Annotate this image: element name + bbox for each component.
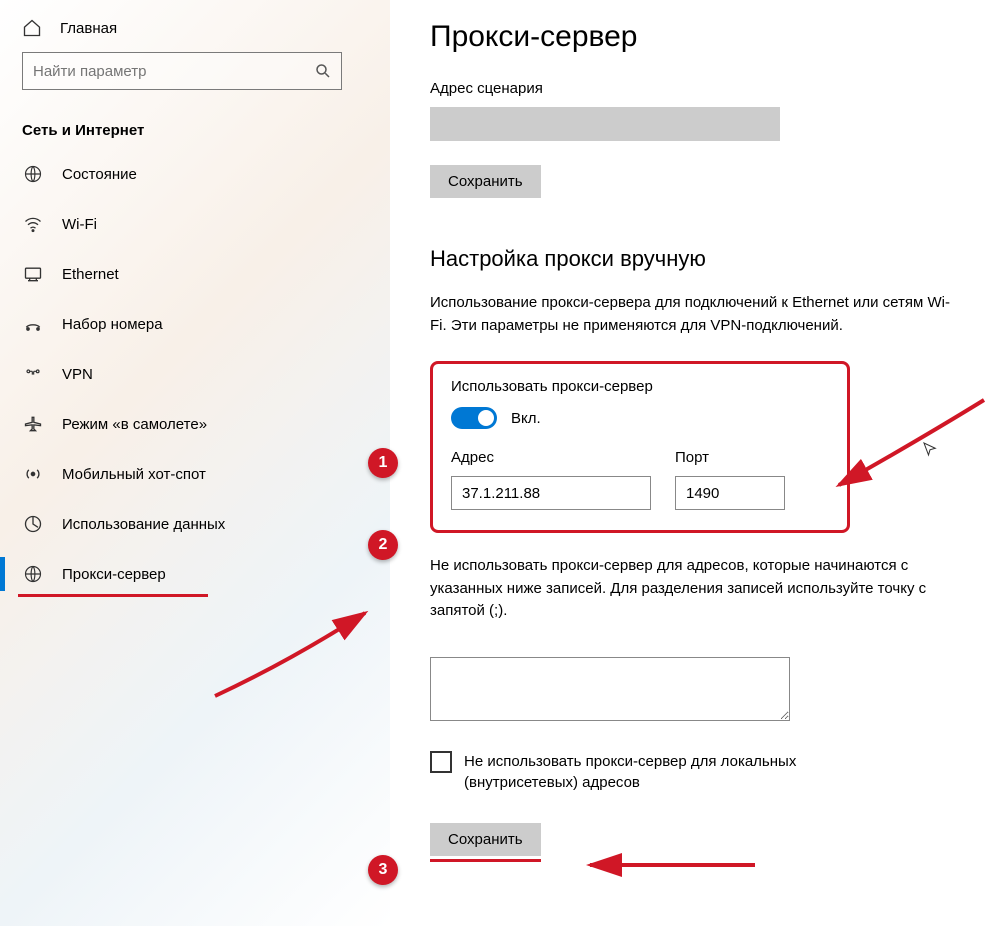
annotation-badge-2: 2 [368, 530, 398, 560]
sidebar-item-label: Режим «в самолете» [62, 416, 207, 433]
wifi-icon [22, 213, 44, 235]
sidebar-item-label: Набор номера [62, 316, 163, 333]
sidebar-item-status[interactable]: Состояние [0, 149, 390, 199]
sidebar-item-label: Ethernet [62, 266, 119, 283]
bypass-local-checkbox[interactable] [430, 751, 452, 773]
sidebar-item-label: Wi-Fi [62, 216, 97, 233]
sidebar-item-label: Состояние [62, 166, 137, 183]
ethernet-icon [22, 263, 44, 285]
address-label: Адрес [451, 449, 651, 466]
sidebar: Главная Сеть и Интернет Состояние Wi-Fi … [0, 0, 390, 926]
annotation-underline [430, 859, 541, 862]
sidebar-item-airplane[interactable]: Режим «в самолете» [0, 399, 390, 449]
sidebar-home[interactable]: Главная [0, 10, 390, 52]
search-wrap [0, 52, 390, 104]
airplane-icon [22, 413, 44, 435]
exceptions-desc: Не использовать прокси-сервер для адресо… [430, 555, 960, 623]
script-address-label: Адрес сценария [430, 80, 969, 97]
sidebar-item-hotspot[interactable]: Мобильный хот-спот [0, 449, 390, 499]
manual-setup-title: Настройка прокси вручную [430, 246, 969, 272]
sidebar-item-vpn[interactable]: VPN [0, 349, 390, 399]
toggle-state-label: Вкл. [511, 410, 541, 427]
main-content: Прокси-сервер Адрес сценария Сохранить Н… [390, 0, 999, 926]
sidebar-item-label: Прокси-сервер [62, 566, 166, 583]
sidebar-item-proxy[interactable]: Прокси-сервер [0, 549, 390, 599]
page-title: Прокси-сервер [430, 20, 969, 54]
sidebar-item-dialup[interactable]: Набор номера [0, 299, 390, 349]
hotspot-icon [22, 463, 44, 485]
bypass-local-label: Не использовать прокси-сервер для локаль… [464, 751, 884, 793]
sidebar-home-label: Главная [60, 20, 117, 37]
sidebar-item-label: Мобильный хот-спот [62, 466, 206, 483]
dialup-icon [22, 313, 44, 335]
sidebar-section-title: Сеть и Интернет [0, 104, 390, 149]
manual-setup-desc: Использование прокси-сервера для подключ… [430, 292, 960, 337]
save-script-button[interactable]: Сохранить [430, 165, 541, 198]
home-icon [22, 18, 42, 38]
save-manual-button[interactable]: Сохранить [430, 823, 541, 856]
data-usage-icon [22, 513, 44, 535]
proxy-exceptions-input[interactable] [430, 657, 790, 721]
use-proxy-label: Использовать прокси-сервер [451, 378, 829, 395]
use-proxy-toggle[interactable] [451, 407, 497, 429]
port-label: Порт [675, 449, 785, 466]
annotation-underline [18, 594, 208, 597]
annotation-badge-3: 3 [368, 855, 398, 885]
script-address-input[interactable] [430, 107, 780, 141]
proxy-address-input[interactable] [451, 476, 651, 510]
proxy-icon [22, 563, 44, 585]
sidebar-item-label: Использование данных [62, 516, 225, 533]
search-icon [314, 62, 332, 80]
sidebar-item-ethernet[interactable]: Ethernet [0, 249, 390, 299]
sidebar-item-data-usage[interactable]: Использование данных [0, 499, 390, 549]
annotation-highlight-box: Использовать прокси-сервер Вкл. Адрес По… [430, 361, 850, 533]
cursor-icon [921, 440, 939, 458]
search-input[interactable] [22, 52, 342, 90]
sidebar-item-label: VPN [62, 366, 93, 383]
status-icon [22, 163, 44, 185]
annotation-badge-1: 1 [368, 448, 398, 478]
sidebar-item-wifi[interactable]: Wi-Fi [0, 199, 390, 249]
proxy-port-input[interactable] [675, 476, 785, 510]
vpn-icon [22, 363, 44, 385]
